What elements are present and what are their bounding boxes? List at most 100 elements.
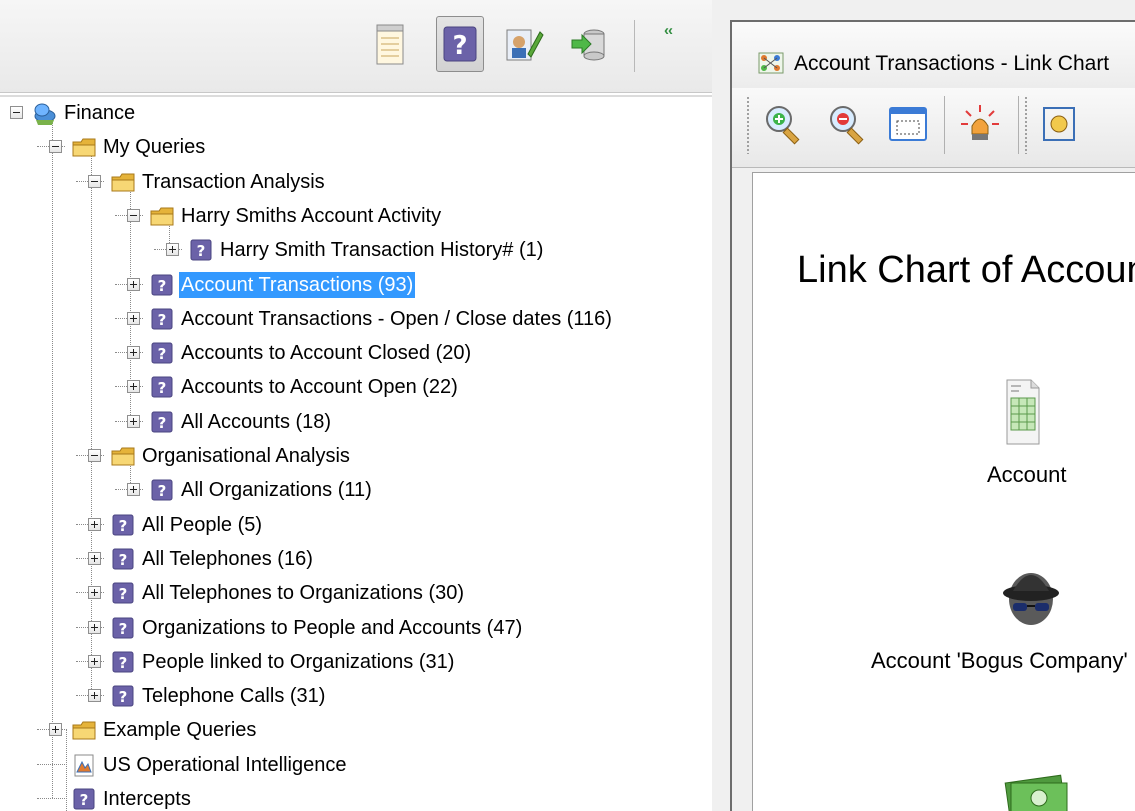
tree-node[interactable]: ? Accounts to Account Open (22) [0,370,712,404]
folder-icon [111,447,135,466]
notepad-button[interactable] [366,16,414,72]
expand-icon[interactable] [127,346,140,360]
zoom-out-button[interactable] [822,98,874,150]
tree-node[interactable]: ? Telephone Calls (31) [0,679,712,713]
tree-node[interactable]: ? Harry Smith Transaction History# (1) [0,233,712,267]
tree-node-label: Accounts to Account Open (22) [181,376,458,399]
svg-text:?: ? [197,242,206,260]
tree-node-label: Transaction Analysis [142,170,325,193]
fit-window-button[interactable] [882,98,934,150]
toolbar-grip [746,96,750,154]
toolbar-separator [944,96,945,154]
notepad-icon [376,24,404,65]
spy-icon[interactable] [999,563,1063,633]
link-chart-icon [758,52,784,74]
collapse-icon[interactable] [88,174,101,188]
folder-icon [72,138,96,157]
toolbar-grip [1024,96,1028,154]
svg-text:?: ? [119,620,128,638]
tree-node-label: My Queries [103,136,206,159]
edit-button[interactable] [500,16,548,72]
tree-node[interactable]: ? Account Transactions - Open / Close dat… [0,302,712,336]
tree-node[interactable]: Harry Smiths Account Activity [0,199,712,233]
collapse-icon[interactable] [127,208,140,222]
query-icon: ? [112,582,134,604]
tree-node[interactable]: ? All People (5) [0,508,712,542]
collapse-icon[interactable] [49,140,62,154]
svg-text:?: ? [158,482,167,500]
svg-text:?: ? [452,31,467,61]
tree-node[interactable]: Organisational Analysis [0,439,712,473]
expand-icon[interactable] [88,620,101,634]
collapse-icon[interactable] [88,449,101,462]
zoom-out-icon [830,106,864,145]
expand-icon[interactable] [88,689,101,703]
folder-icon [72,721,96,740]
tree-node[interactable]: ? All Telephones to Organizations (30) [0,576,712,610]
query-explorer-panel: ? ‹‹ Finance My Queries Transaction Anal… [0,0,712,811]
query-button[interactable]: ? [436,16,484,72]
query-icon: ? [73,788,95,810]
collapse-panel-button[interactable]: ‹‹ [652,22,684,44]
tree-node[interactable]: ? All Telephones (16) [0,542,712,576]
query-icon: ? [112,651,134,673]
expand-icon[interactable] [127,311,140,325]
collapse-icon[interactable] [10,106,23,119]
explorer-toolbar: ? ‹‹ [0,0,712,93]
svg-text:?: ? [158,345,167,363]
query-icon: ? [112,548,134,570]
expand-icon[interactable] [88,586,101,600]
chart-toolbar [732,88,1135,168]
tree-node[interactable]: ? Organizations to People and Accounts (4… [0,611,712,645]
edit-icon [506,29,544,61]
tree-node[interactable]: ? All Organizations (11) [0,473,712,507]
link-chart-canvas[interactable]: Link Chart of Account Transactions Accou… [752,172,1135,811]
svg-text:?: ? [158,414,167,432]
tree-node[interactable]: ? Account Transactions (93) [0,268,712,302]
query-icon: ? [112,685,134,707]
expand-icon[interactable] [88,551,101,565]
finance-icon [34,103,56,125]
entity-label: Account 'Bogus Company' [871,648,1128,673]
tree-node[interactable]: ? Accounts to Account Closed (20) [0,336,712,370]
tree-node-label: All Accounts (18) [181,410,332,433]
query-icon: ? [151,308,173,330]
tree-node[interactable]: ? People linked to Organizations (31) [0,645,712,679]
chart-titlebar[interactable]: Account Transactions - Link Chart [732,22,1135,88]
svg-text:?: ? [119,688,128,706]
expand-icon[interactable] [49,723,62,737]
expand-icon[interactable] [88,654,101,668]
tree-node[interactable]: My Queries [0,130,712,164]
tree-node-label: All Telephones (16) [142,547,313,570]
tree-node[interactable]: ? Intercepts [0,782,712,811]
tree-node[interactable]: ? All Accounts (18) [0,405,712,439]
svg-text:?: ? [119,585,128,603]
svg-text:?: ? [80,791,89,809]
money-icon[interactable] [1001,761,1071,811]
expand-icon[interactable] [127,380,140,394]
expand-icon[interactable] [166,243,179,257]
query-icon: ? [443,26,477,62]
zoom-in-icon [766,106,800,145]
svg-text:?: ? [119,551,128,569]
expand-icon[interactable] [127,414,140,428]
expand-icon[interactable] [127,483,140,497]
zoom-in-button[interactable] [758,98,810,150]
chart-heading: Link Chart of Account Transactions [797,249,1135,291]
layout-button[interactable] [1032,98,1084,150]
spreadsheet-icon[interactable] [1003,378,1043,448]
app-window: ? ‹‹ Finance My Queries Transaction Anal… [0,0,1135,811]
tree-node[interactable]: Example Queries [0,713,712,747]
tree-node[interactable]: Transaction Analysis [0,165,712,199]
svg-text:?: ? [158,277,167,295]
query-tree: Finance My Queries Transaction Analysis Har… [0,98,712,811]
link-chart-window: Account Transactions - Link Chart Link C… [730,20,1135,811]
toolbar-separator [1018,96,1019,154]
expand-icon[interactable] [127,277,140,291]
import-button[interactable] [564,16,612,72]
tree-node-label: Account Transactions - Open / Close date… [181,307,612,330]
tree-node[interactable]: Finance [0,96,712,130]
tree-node[interactable]: US Operational Intelligence [0,748,712,782]
highlight-button[interactable] [954,98,1006,150]
expand-icon[interactable] [88,517,101,531]
